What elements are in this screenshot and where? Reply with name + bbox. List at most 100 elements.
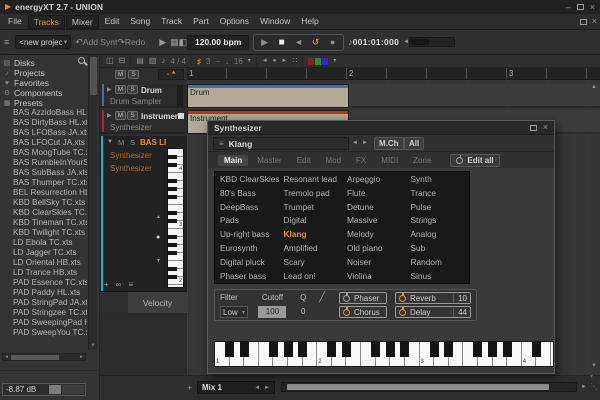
sidebar-vertical-scrollbar[interactable]: ▼ bbox=[88, 55, 97, 350]
nav-right-icon[interactable]: ► bbox=[281, 58, 287, 64]
project-select[interactable]: <new project> ▾ bbox=[15, 35, 71, 49]
color-dropdown-icon[interactable]: ▾ bbox=[333, 58, 336, 64]
scrollbar-thumb[interactable] bbox=[11, 355, 59, 360]
timeline-scroll-down-icon[interactable]: ▼ bbox=[591, 363, 597, 369]
restore-icon[interactable] bbox=[577, 4, 584, 10]
synth-preset-cell[interactable]: KBD ClearSkies TC bbox=[215, 173, 279, 187]
play-from-start-icon[interactable]: ▶ bbox=[159, 37, 166, 48]
rewind-icon[interactable]: ◄ bbox=[291, 37, 306, 47]
menu-item[interactable]: Window bbox=[255, 15, 295, 29]
loop-icon[interactable]: ↺ bbox=[308, 37, 323, 48]
solo-button[interactable]: S bbox=[130, 138, 135, 147]
synth-preset-cell[interactable]: Digital bbox=[279, 214, 343, 228]
menu-item[interactable]: Song bbox=[125, 15, 155, 29]
send-toggle-button[interactable]: Reverb 10 bbox=[395, 292, 471, 304]
mix-prev-icon[interactable]: ◄ bbox=[254, 385, 260, 391]
menu-item[interactable]: File bbox=[3, 15, 27, 29]
track-device[interactable]: Synthesizer bbox=[110, 123, 152, 132]
synth-keyboard[interactable]: 1234 bbox=[214, 341, 554, 367]
preset-file-item[interactable]: PAD SweepYou TC.xts bbox=[0, 328, 87, 338]
meter-icon[interactable]: ◧ bbox=[179, 37, 188, 48]
menu-item[interactable]: Part bbox=[188, 15, 214, 29]
synth-close-icon[interactable]: × bbox=[543, 123, 548, 132]
cutoff-value[interactable]: 100 bbox=[258, 306, 286, 318]
synth-preset-cell[interactable]: Sub bbox=[406, 242, 470, 256]
track-device[interactable]: Synthesizer bbox=[110, 151, 152, 160]
synth-preset-cell[interactable]: Arpeggio bbox=[342, 173, 406, 187]
track-row-instrument[interactable]: ▶ M S Instrument Synthesizer bbox=[100, 110, 187, 134]
track-row-selected[interactable]: ▼ M S BAS LFOCut JA Synthesizer Synthesi… bbox=[100, 136, 187, 292]
child-restore-icon[interactable] bbox=[580, 19, 587, 25]
nav-left-icon[interactable]: ◄ bbox=[262, 58, 268, 64]
preset-file-item[interactable]: LD Jagger TC.xts bbox=[0, 248, 87, 258]
legato-icon[interactable]: ∞ bbox=[116, 280, 122, 289]
velocity-lane-header[interactable]: Velocity bbox=[128, 292, 187, 314]
menu-item[interactable]: Options bbox=[215, 15, 254, 29]
snap-icon[interactable]: ♯ bbox=[197, 57, 201, 66]
synth-preset-cell[interactable]: Klang bbox=[279, 228, 343, 242]
scrollbar-thumb[interactable] bbox=[287, 384, 549, 390]
track-piano-keyboard[interactable]: 432 bbox=[167, 148, 184, 288]
menu-item[interactable]: Mixer bbox=[66, 15, 99, 29]
timeline-horizontal-scrollbar[interactable] bbox=[281, 382, 577, 392]
preset-file-item[interactable]: PAD Essence TC.xts bbox=[0, 278, 87, 288]
color-red-swatch[interactable] bbox=[308, 58, 314, 65]
synth-restore-icon[interactable] bbox=[530, 125, 537, 131]
filter-type-select[interactable]: Low ▾ bbox=[220, 306, 248, 318]
new-part-icon[interactable]: ▤ bbox=[136, 57, 144, 65]
synth-preset-cell[interactable]: Violina bbox=[342, 270, 406, 284]
master-display-box[interactable]: ▪ * bbox=[158, 69, 184, 80]
tree-item[interactable]: ♪ Projects bbox=[0, 68, 87, 78]
preview-volume-slider[interactable]: -8.87 dB bbox=[2, 383, 86, 396]
q-value[interactable]: 0 bbox=[301, 306, 305, 318]
minimize-icon[interactable]: – bbox=[566, 3, 571, 12]
color-green-swatch[interactable] bbox=[315, 58, 321, 65]
synth-tab[interactable]: Mod bbox=[319, 155, 347, 166]
synth-preset-cell[interactable]: Analog bbox=[406, 228, 470, 242]
sidebar-horizontal-scrollbar[interactable]: ◄ ► bbox=[2, 353, 86, 361]
note-tool-icon[interactable]: ♪ bbox=[161, 57, 165, 65]
patch-next-icon[interactable]: ► bbox=[362, 140, 368, 146]
master-volume-slider[interactable] bbox=[409, 37, 455, 47]
project-menu-icon[interactable]: ≡ bbox=[4, 37, 9, 47]
mix-next-icon[interactable]: ► bbox=[264, 385, 270, 391]
octave-dot-icon[interactable]: ● bbox=[156, 234, 160, 241]
synth-preset-cell[interactable]: Noiser bbox=[342, 256, 406, 270]
synth-preset-cell[interactable]: Trance bbox=[406, 187, 470, 201]
menu-item[interactable]: Edit bbox=[100, 15, 125, 29]
mute-button[interactable]: M bbox=[115, 85, 126, 94]
synth-preset-cell[interactable]: Sinus bbox=[406, 270, 470, 284]
synth-tab[interactable]: MIDI bbox=[375, 155, 404, 166]
preset-file-item[interactable]: BAS SubBass JA.xts bbox=[0, 168, 87, 178]
undo-label[interactable]: Add Synt bbox=[83, 37, 118, 47]
synth-preset-cell[interactable]: Up-right bass bbox=[215, 228, 279, 242]
track-device-2[interactable]: Synthesizer bbox=[110, 164, 152, 173]
solo-button[interactable]: S bbox=[127, 111, 138, 120]
timeline-ruler[interactable]: 123 bbox=[187, 68, 600, 80]
all-button[interactable]: All bbox=[404, 137, 424, 150]
stop-icon[interactable]: ■ bbox=[274, 37, 289, 48]
master-mute-button[interactable]: M bbox=[115, 70, 126, 79]
mute-button[interactable]: M bbox=[115, 111, 126, 120]
slope-icon[interactable]: ╱ bbox=[319, 292, 331, 304]
preset-file-item[interactable]: BAS LFOBass JA.xts bbox=[0, 128, 87, 138]
synth-preset-cell[interactable]: Tremolo pad bbox=[279, 187, 343, 201]
play-icon[interactable]: ▶ bbox=[257, 37, 272, 48]
preset-file-item[interactable]: BAS DirtyBass HL.xts bbox=[0, 118, 87, 128]
synth-tab[interactable]: Master bbox=[251, 155, 287, 166]
down-arrow-icon[interactable]: ↓ bbox=[225, 57, 229, 66]
menu-item[interactable]: Tracks bbox=[28, 15, 65, 29]
child-close-icon[interactable]: × bbox=[592, 17, 597, 26]
preset-file-item[interactable]: BAS LFOCut JA.xts bbox=[0, 138, 87, 148]
solo-button[interactable]: S bbox=[127, 85, 138, 94]
grid-value[interactable]: 16 bbox=[234, 57, 243, 66]
preset-file-item[interactable]: KBD Twilight TC.xts bbox=[0, 228, 87, 238]
edit-all-button[interactable]: Edit all bbox=[450, 154, 499, 167]
slider-thumb[interactable] bbox=[49, 385, 61, 394]
synth-tab[interactable]: Zone bbox=[407, 155, 437, 166]
send-toggle-button[interactable]: Delay 44 bbox=[395, 306, 471, 318]
synth-preset-cell[interactable]: Melody bbox=[342, 228, 406, 242]
zoom-fit-icon[interactable]: ∷ bbox=[292, 57, 297, 65]
scroll-right-icon[interactable]: ► bbox=[79, 354, 84, 360]
menu-item[interactable]: Track bbox=[156, 15, 187, 29]
